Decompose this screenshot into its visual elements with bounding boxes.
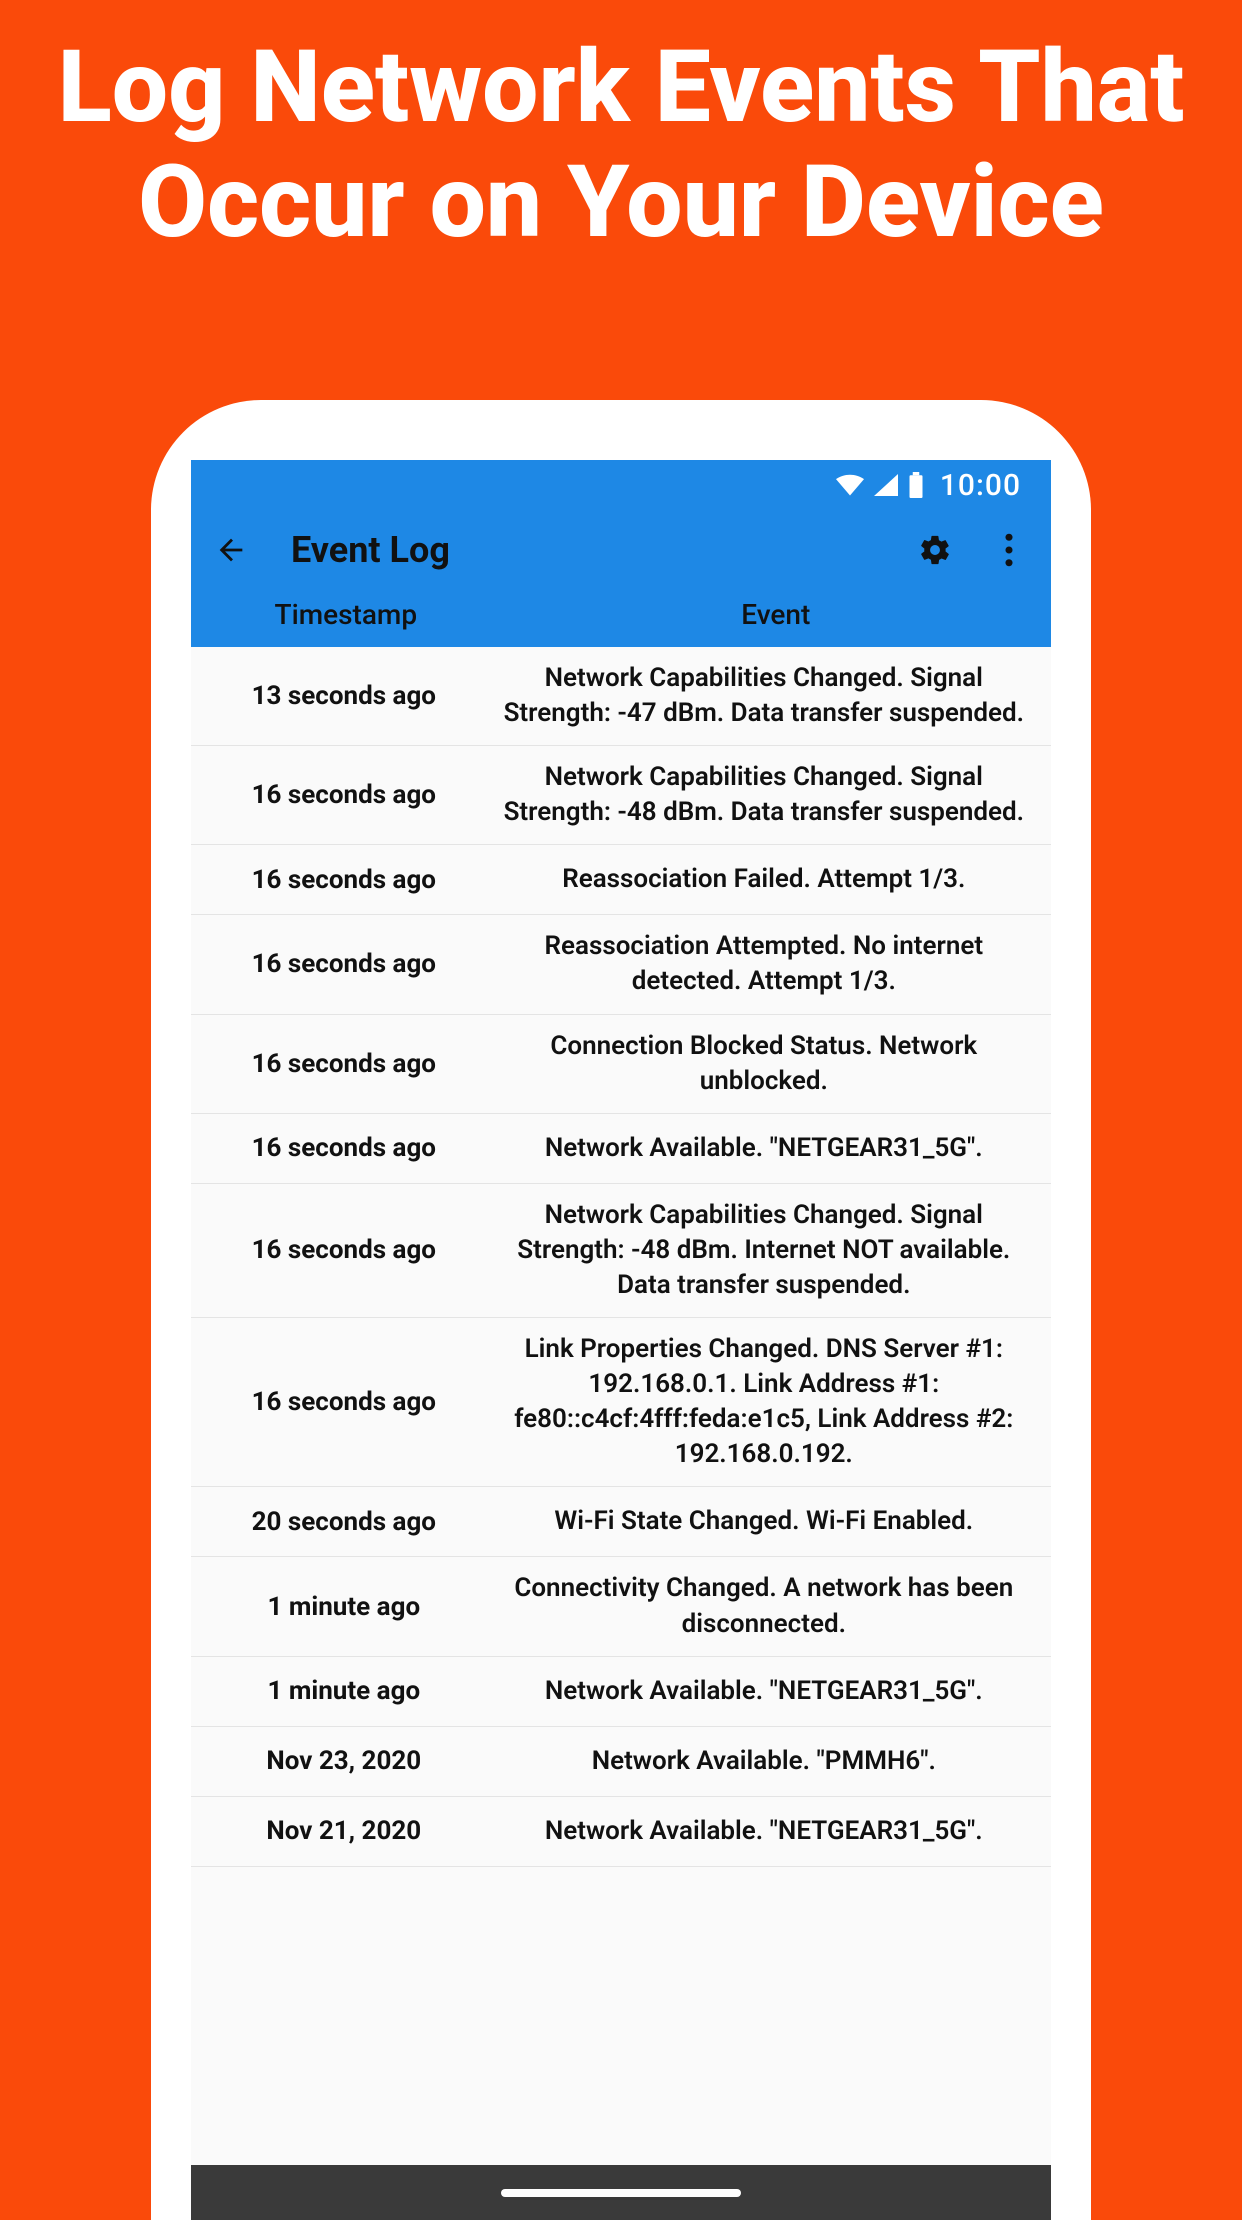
event-description: Network Available. "NETGEAR31_5G".	[487, 1674, 1041, 1709]
event-timestamp: 16 seconds ago	[201, 949, 487, 979]
event-timestamp: 16 seconds ago	[201, 1387, 487, 1417]
event-row[interactable]: 16 seconds agoNetwork Capabilities Chang…	[191, 746, 1051, 845]
event-row[interactable]: Nov 23, 2020Network Available. "PMMH6".	[191, 1727, 1051, 1797]
back-button[interactable]	[211, 530, 251, 570]
event-row[interactable]: 16 seconds agoNetwork Capabilities Chang…	[191, 1184, 1051, 1318]
event-description: Link Properties Changed. DNS Server #1: …	[487, 1332, 1041, 1472]
event-row[interactable]: 16 seconds agoLink Properties Changed. D…	[191, 1318, 1051, 1487]
event-row[interactable]: 16 seconds agoNetwork Available. "NETGEA…	[191, 1114, 1051, 1184]
more-vert-icon	[1004, 533, 1014, 567]
event-row[interactable]: 20 seconds agoWi-Fi State Changed. Wi-Fi…	[191, 1487, 1051, 1557]
overflow-menu-button[interactable]	[987, 528, 1031, 572]
event-description: Connectivity Changed. A network has been…	[487, 1571, 1041, 1641]
event-timestamp: 16 seconds ago	[201, 865, 487, 895]
event-description: Network Capabilities Changed. Signal Str…	[487, 1198, 1041, 1303]
event-list[interactable]: 13 seconds agoNetwork Capabilities Chang…	[191, 647, 1051, 1867]
event-description: Network Capabilities Changed. Signal Str…	[487, 661, 1041, 731]
event-description: Reassociation Failed. Attempt 1/3.	[487, 862, 1041, 897]
event-row[interactable]: 1 minute agoNetwork Available. "NETGEAR3…	[191, 1657, 1051, 1727]
event-timestamp: 1 minute ago	[201, 1676, 487, 1706]
event-row[interactable]: 16 seconds agoReassociation Failed. Atte…	[191, 845, 1051, 915]
event-row[interactable]: Nov 21, 2020Network Available. "NETGEAR3…	[191, 1797, 1051, 1867]
battery-icon	[908, 472, 924, 498]
status-time: 10:00	[940, 468, 1021, 503]
col-header-event: Event	[501, 598, 1051, 631]
event-description: Connection Blocked Status. Network unblo…	[487, 1029, 1041, 1099]
home-handle[interactable]	[501, 2189, 741, 2197]
col-header-timestamp: Timestamp	[191, 598, 501, 631]
settings-button[interactable]	[913, 528, 957, 572]
event-timestamp: 16 seconds ago	[201, 780, 487, 810]
event-timestamp: 13 seconds ago	[201, 681, 487, 711]
page-title: Event Log	[291, 529, 450, 571]
event-timestamp: Nov 21, 2020	[201, 1816, 487, 1846]
gear-icon	[918, 533, 952, 567]
event-timestamp: 16 seconds ago	[201, 1133, 487, 1163]
promo-title: Log Network Events That Occur on Your De…	[0, 0, 1242, 280]
status-bar: 10:00	[191, 460, 1051, 510]
device-screen: 10:00 Event Log Timestamp Event 1	[191, 460, 1051, 2220]
event-timestamp: Nov 23, 2020	[201, 1746, 487, 1776]
column-headers: Timestamp Event	[191, 590, 1051, 647]
event-row[interactable]: 13 seconds agoNetwork Capabilities Chang…	[191, 647, 1051, 746]
system-nav-bar	[191, 2165, 1051, 2220]
signal-icon	[874, 474, 898, 496]
event-description: Reassociation Attempted. No internet det…	[487, 929, 1041, 999]
app-header: 10:00 Event Log Timestamp Event	[191, 460, 1051, 647]
event-timestamp: 1 minute ago	[201, 1592, 487, 1622]
toolbar: Event Log	[191, 510, 1051, 590]
event-description: Wi-Fi State Changed. Wi-Fi Enabled.	[487, 1504, 1041, 1539]
event-timestamp: 20 seconds ago	[201, 1507, 487, 1537]
arrow-left-icon	[214, 533, 248, 567]
event-description: Network Capabilities Changed. Signal Str…	[487, 760, 1041, 830]
event-row[interactable]: 1 minute agoConnectivity Changed. A netw…	[191, 1557, 1051, 1656]
event-description: Network Available. "NETGEAR31_5G".	[487, 1131, 1041, 1166]
event-description: Network Available. "NETGEAR31_5G".	[487, 1814, 1041, 1849]
event-row[interactable]: 16 seconds agoConnection Blocked Status.…	[191, 1015, 1051, 1114]
wifi-icon	[836, 474, 864, 496]
event-row[interactable]: 16 seconds agoReassociation Attempted. N…	[191, 915, 1051, 1014]
event-timestamp: 16 seconds ago	[201, 1049, 487, 1079]
event-description: Network Available. "PMMH6".	[487, 1744, 1041, 1779]
phone-frame: 10:00 Event Log Timestamp Event 1	[151, 400, 1091, 2220]
event-timestamp: 16 seconds ago	[201, 1235, 487, 1265]
